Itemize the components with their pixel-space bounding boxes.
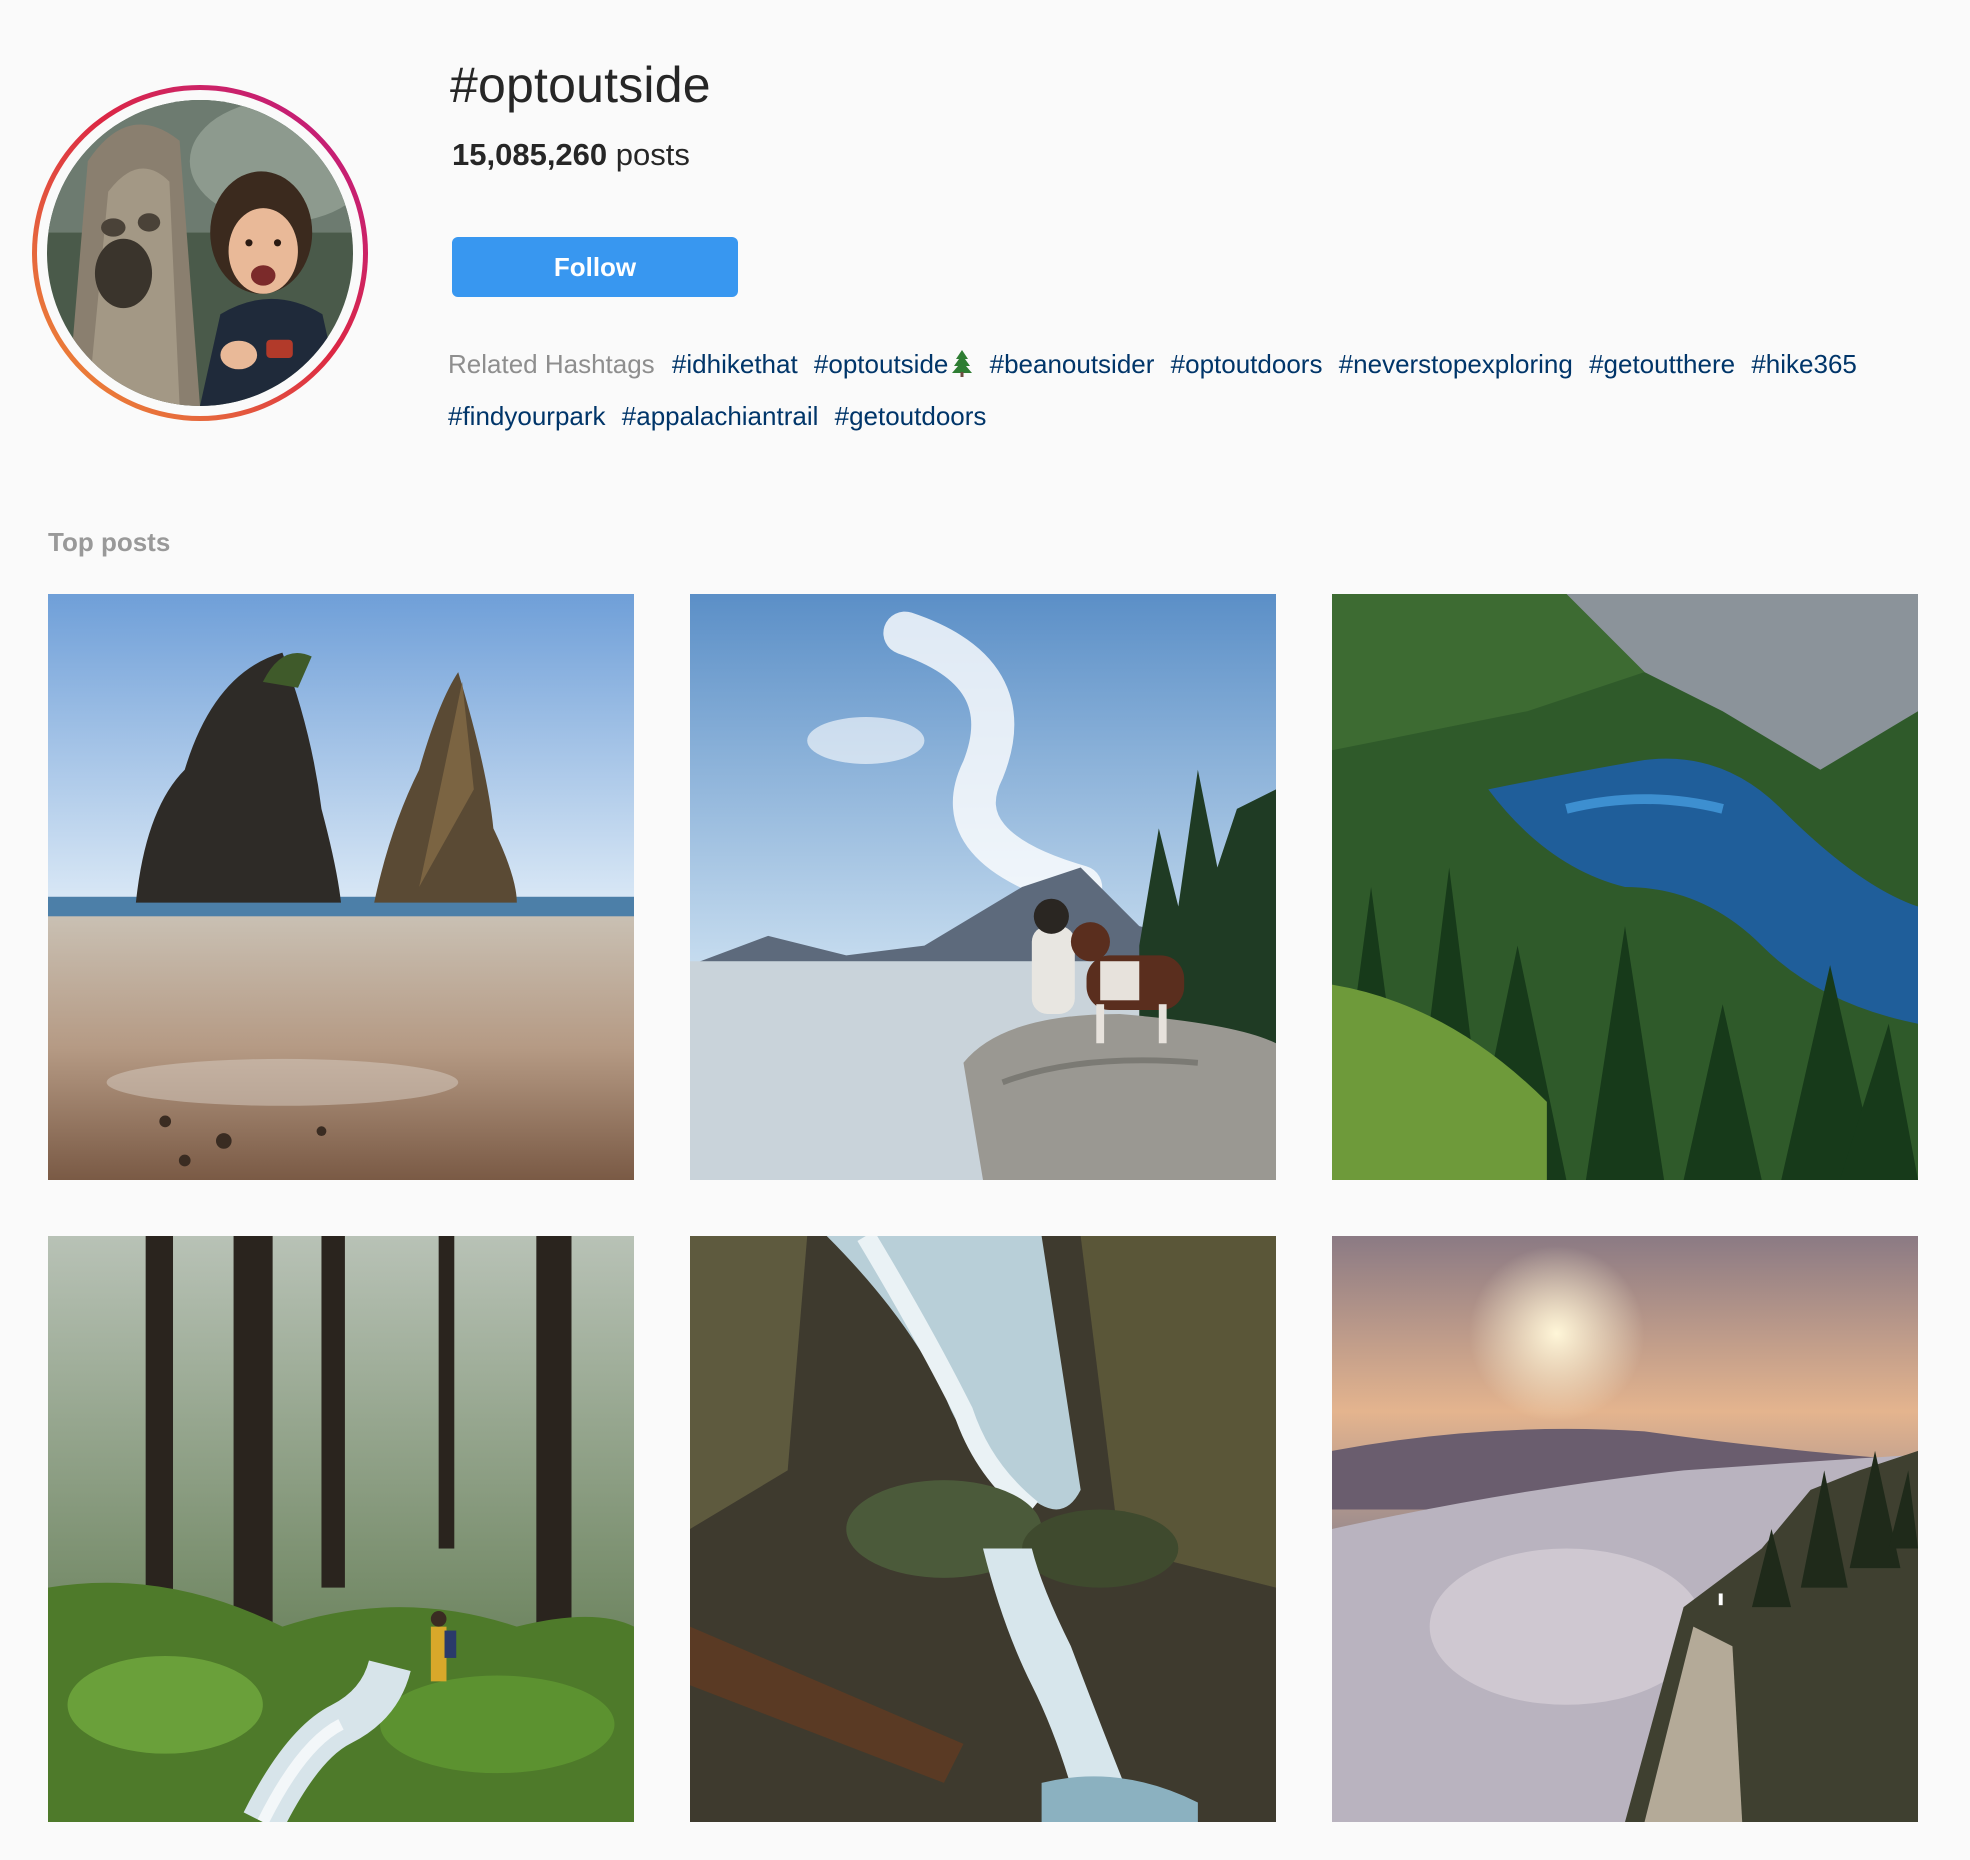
related-tag-optoutdoors[interactable]: #optoutdoors (1171, 349, 1323, 379)
related-tag-getoutthere[interactable]: #getoutthere (1589, 349, 1735, 379)
related-tag-appalachiantrail[interactable]: #appalachiantrail (622, 401, 819, 431)
top-post-5-waterfall[interactable] (690, 1236, 1276, 1822)
top-post-1-sea-stacks[interactable] (48, 594, 634, 1180)
related-tag-idhikethat[interactable]: #idhikethat (672, 349, 798, 379)
post-count-suffix: posts (607, 137, 690, 172)
top-post-4-mossy-forest[interactable] (48, 1236, 634, 1822)
related-tag-beanoutsider[interactable]: #beanoutsider (990, 349, 1155, 379)
follow-button[interactable]: Follow (452, 237, 738, 297)
post-count-number: 15,085,260 (452, 137, 608, 172)
evergreen-tree-icon (952, 350, 973, 377)
top-posts-heading: Top posts (48, 527, 171, 557)
hashtag-title: #optoutside (450, 57, 711, 113)
related-tag-getoutdoors[interactable]: #getoutdoors (835, 401, 987, 431)
related-hashtags: Related Hashtags #idhikethat #optoutside… (448, 338, 1928, 442)
hashtag-avatar-image (47, 100, 353, 406)
top-post-3-alpine-lake[interactable] (1332, 594, 1918, 1180)
related-tag-findyourpark[interactable]: #findyourpark (448, 401, 606, 431)
top-post-6-sunset-lake[interactable] (1332, 1236, 1918, 1822)
hashtag-avatar-story-ring[interactable] (32, 85, 368, 421)
top-post-2-dogs-lake[interactable] (690, 594, 1276, 1180)
related-tag-optoutside[interactable]: #optoutside (814, 349, 973, 379)
related-hashtags-label: Related Hashtags (448, 349, 655, 379)
post-count: 15,085,260 posts (452, 137, 690, 173)
related-tag-neverstopexploring[interactable]: #neverstopexploring (1339, 349, 1573, 379)
related-tag-hike365[interactable]: #hike365 (1751, 349, 1857, 379)
related-tag-optoutside-text: #optoutside (813, 349, 949, 379)
